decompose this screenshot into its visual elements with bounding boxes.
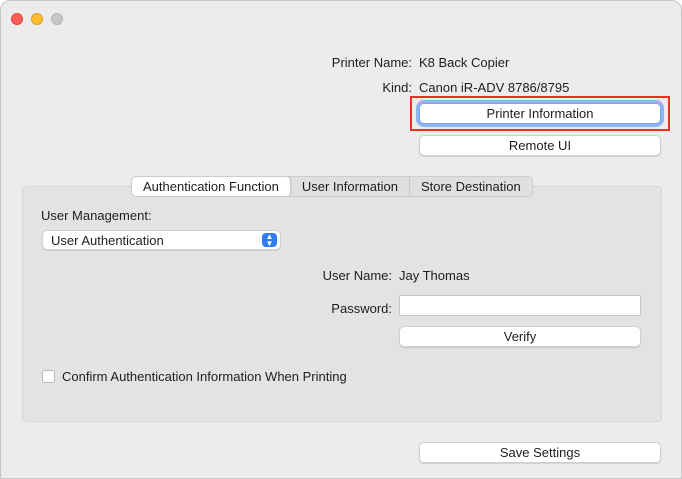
user-management-value: User Authentication	[51, 233, 164, 248]
minimize-window-button[interactable]	[31, 13, 43, 25]
up-down-chevron-icon: ▲ ▼	[262, 233, 277, 248]
user-management-select[interactable]: User Authentication ▲ ▼	[42, 230, 281, 250]
save-settings-button[interactable]: Save Settings	[419, 442, 661, 463]
window-content: Printer Name: K8 Back Copier Kind: Canon…	[1, 35, 681, 478]
printer-kind-value: Canon iR-ADV 8786/8795	[419, 80, 570, 95]
printer-name-label: Printer Name:	[331, 55, 412, 70]
title-bar	[1, 1, 681, 35]
user-management-label: User Management:	[41, 208, 152, 223]
user-name-value: Jay Thomas	[399, 268, 470, 283]
confirm-authentication-label: Confirm Authentication Information When …	[62, 369, 347, 384]
confirm-authentication-checkbox[interactable]	[42, 370, 55, 383]
user-name-label: User Name:	[322, 268, 392, 283]
remote-ui-button[interactable]: Remote UI	[419, 135, 661, 156]
tab-bar: Authentication Function User Information…	[131, 176, 533, 197]
password-field[interactable]	[399, 295, 641, 316]
printer-information-button[interactable]: Printer Information	[419, 103, 661, 124]
password-label: Password:	[331, 301, 392, 316]
tab-user-information[interactable]: User Information	[291, 177, 410, 196]
printer-settings-window: Printer Name: K8 Back Copier Kind: Canon…	[0, 0, 682, 479]
tab-authentication-function[interactable]: Authentication Function	[132, 177, 291, 196]
printer-kind-label: Kind:	[382, 80, 412, 95]
zoom-window-button[interactable]	[51, 13, 63, 25]
tab-store-destination[interactable]: Store Destination	[410, 177, 532, 196]
close-window-button[interactable]	[11, 13, 23, 25]
verify-button[interactable]: Verify	[399, 326, 641, 347]
printer-name-value: K8 Back Copier	[419, 55, 510, 70]
